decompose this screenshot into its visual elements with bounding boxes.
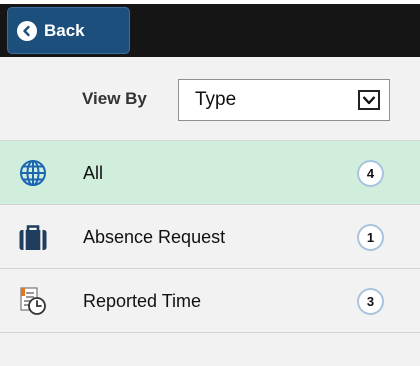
count-badge: 1 xyxy=(357,224,384,251)
list-item-label: Absence Request xyxy=(83,227,226,247)
view-by-label: View By xyxy=(82,89,147,108)
count-badge: 4 xyxy=(357,160,384,187)
briefcase-icon xyxy=(18,222,48,252)
back-button[interactable]: Back xyxy=(7,7,130,54)
globe-icon xyxy=(18,158,48,188)
list-item-reported-time[interactable]: Reported Time 3 xyxy=(0,269,420,333)
back-button-label: Back xyxy=(44,20,85,40)
count-badge: 3 xyxy=(357,288,384,315)
list-item-label: Reported Time xyxy=(83,291,202,311)
dropdown-arrow-icon xyxy=(358,90,380,110)
chevron-left-icon xyxy=(17,20,37,41)
view-by-select[interactable]: Type xyxy=(178,79,390,121)
top-bar: Back xyxy=(0,0,420,57)
view-by-selected-value: Type xyxy=(195,89,237,110)
list-item-absence-request[interactable]: Absence Request 1 xyxy=(0,205,420,269)
view-by-filter: View By Type xyxy=(0,57,420,141)
list-item-all[interactable]: All 4 xyxy=(0,141,420,205)
timesheet-clock-icon xyxy=(18,286,48,316)
list-item-label: All xyxy=(83,163,104,183)
